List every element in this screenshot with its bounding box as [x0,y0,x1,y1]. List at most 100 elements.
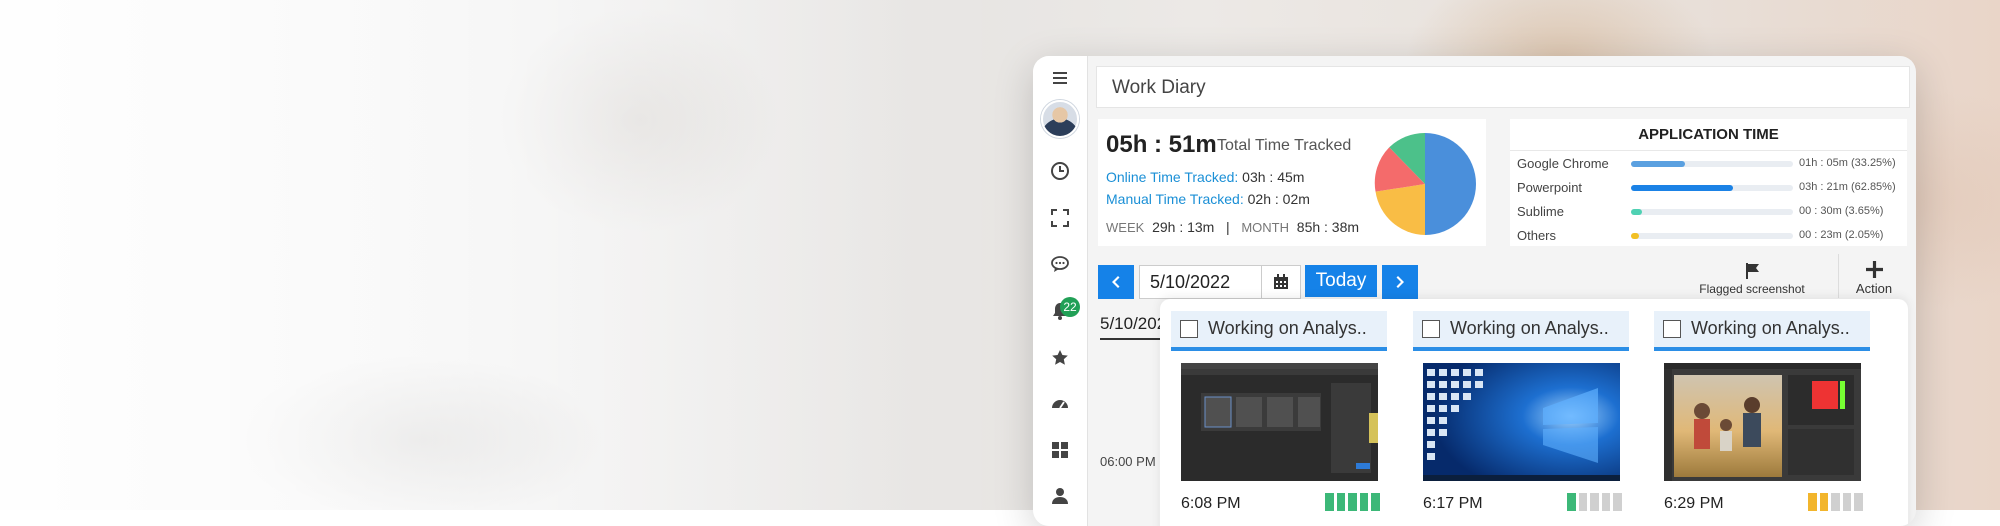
card-title: Working on Analys.. [1208,318,1367,338]
screenshot-panel: Working on Analys.. 6:08 PM Working on A… [1160,299,1908,526]
app-usage-fill [1631,209,1643,215]
notification-badge: 22 [1060,297,1080,317]
activity-bar [1601,493,1611,511]
card-time: 6:08 PM [1181,495,1241,512]
screenshot-card[interactable]: Working on Analys.. 6:08 PM [1171,311,1387,526]
week-value: 29h : 13m [1152,219,1215,235]
online-time-value: 03h : 45m [1242,169,1305,185]
activity-bar [1808,493,1817,511]
grid-icon[interactable] [1033,435,1087,465]
screenshot-card[interactable]: Working on Analys.. 6:17 PM [1413,311,1629,526]
plus-icon [1865,261,1883,278]
fullscreen-icon[interactable] [1033,203,1087,233]
app-usage-fill [1631,185,1733,191]
app-usage-bar [1631,209,1793,215]
app-row: Google Chrome 01h : 05m (33.25%) [1517,155,1902,173]
app-window: 22 Work Diary 05h : 51m Total Time Track… [1033,56,1916,526]
application-time-title: APPLICATION TIME [1638,126,1779,143]
flagged-label: Flagged screenshot [1699,282,1805,296]
pie-slice-manual [1375,184,1425,235]
card-checkbox[interactable] [1422,320,1440,338]
app-usage-value: 01h : 05m (33.25%) [1799,157,1896,169]
activity-bar [1325,493,1334,511]
week-label: WEEK [1106,220,1145,235]
card-checkbox[interactable] [1663,320,1681,338]
calendar-icon[interactable] [1261,266,1300,298]
chat-icon[interactable] [1033,249,1087,279]
card-title: Working on Analys.. [1450,318,1609,338]
app-name: Powerpoint [1517,180,1583,195]
screenshot-thumbnail[interactable] [1181,363,1378,481]
activity-bar [1359,493,1369,511]
activity-bar [1831,493,1840,511]
card-time: 6:29 PM [1664,495,1724,512]
card-checkbox[interactable] [1180,320,1198,338]
sidebar: 22 [1033,56,1088,526]
date-field[interactable]: 5/10/2022 [1139,265,1301,299]
application-time-card: APPLICATION TIME Google Chrome 01h : 05m … [1510,119,1907,246]
flagged-screenshot-button[interactable]: Flagged screenshot [1687,263,1817,296]
date-value: 5/10/2022 [1150,272,1231,292]
activity-bar [1578,493,1588,511]
app-usage-bar [1631,185,1793,191]
user-icon[interactable] [1033,481,1087,511]
screenshot-thumbnail[interactable] [1664,363,1861,481]
time-summary-card: 05h : 51m Total Time Tracked Online Time… [1098,119,1486,246]
activity-bar [1819,493,1829,511]
chevron-right-icon [1396,276,1404,288]
activity-bar [1567,493,1576,511]
app-usage-bar [1631,161,1793,167]
month-value: 85h : 38m [1296,219,1360,235]
time-pie-chart [1374,133,1476,235]
activity-bar [1348,493,1357,511]
app-usage-value: 03h : 21m (62.85%) [1799,181,1896,193]
screenshot-card[interactable]: Working on Analys.. 6:29 PM [1654,311,1870,526]
app-usage-fill [1631,233,1640,239]
activity-bar [1613,493,1622,511]
activity-bar [1336,493,1346,511]
app-name: Sublime [1517,204,1564,219]
dashboard-icon[interactable] [1033,389,1087,419]
activity-bar [1371,493,1380,511]
screenshot-thumbnail[interactable] [1423,363,1620,481]
activity-bar [1854,493,1863,511]
activity-bar [1590,493,1599,511]
manual-time-label: Manual Time Tracked: [1106,191,1244,207]
card-title: Working on Analys.. [1691,318,1850,338]
bell-icon[interactable]: 22 [1033,296,1087,326]
menu-icon[interactable] [1033,63,1087,93]
manual-time-value: 02h : 02m [1247,191,1310,207]
app-usage-value: 00 : 30m (3.65%) [1799,205,1884,217]
app-usage-bar [1631,233,1793,239]
app-usage-fill [1631,161,1685,167]
flag-icon [1746,263,1759,279]
action-button[interactable]: Action [1838,254,1909,298]
app-row: Powerpoint 03h : 21m (62.85%) [1517,179,1902,197]
month-label: MONTH [1241,220,1289,235]
card-time: 6:17 PM [1423,495,1483,512]
avatar[interactable] [1033,99,1087,139]
timeline-time: 06:00 PM [1100,454,1156,469]
chevron-left-icon [1112,276,1120,288]
separator: | [1226,219,1230,235]
title-bar: Work Diary [1096,66,1910,108]
app-usage-value: 00 : 23m (2.05%) [1799,229,1884,241]
star-icon[interactable] [1033,343,1087,373]
activity-bars [1325,493,1380,511]
app-row: Others 00 : 23m (2.05%) [1517,227,1902,245]
next-day-button[interactable] [1382,265,1418,299]
total-time-value: 05h : 51m [1106,131,1217,158]
page-title: Work Diary [1112,77,1206,98]
activity-bars [1567,493,1622,511]
online-time-label: Online Time Tracked: [1106,169,1239,185]
pie-slice-online [1425,133,1476,235]
total-time-label: Total Time Tracked [1217,137,1352,154]
action-label: Action [1855,281,1893,296]
prev-day-button[interactable] [1098,265,1134,299]
app-row: Sublime 00 : 30m (3.65%) [1517,203,1902,221]
today-button[interactable]: Today [1305,265,1377,297]
clock-icon[interactable] [1033,156,1087,186]
app-name: Others [1517,228,1557,243]
activity-bars [1808,493,1863,511]
activity-bar [1842,493,1852,511]
